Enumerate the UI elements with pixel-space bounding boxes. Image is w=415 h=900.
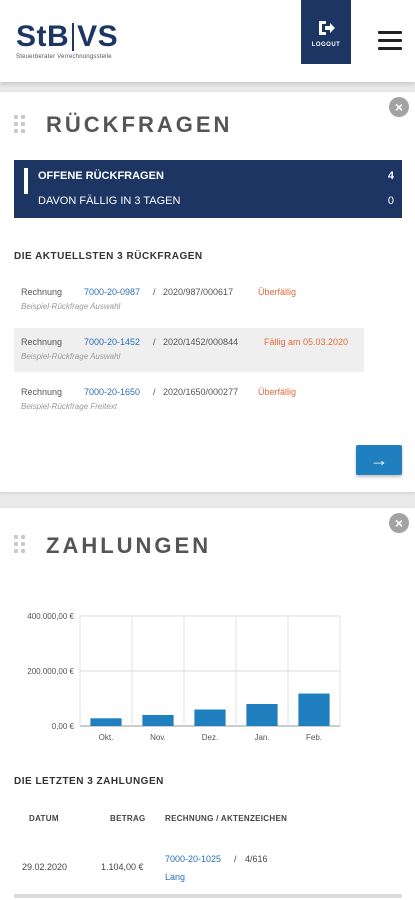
list-item[interactable]: Rechnung 7000-20-1452 / 2020/1452/000844… <box>14 328 364 372</box>
due-label: DAVON FÄLLIG IN 3 TAGEN <box>38 195 181 207</box>
x-tick-label: Nov. <box>150 733 166 742</box>
list-item[interactable]: Rechnung 7000-20-0987 / 2020/987/000617 … <box>14 278 364 322</box>
chart-bar[interactable] <box>298 693 330 726</box>
summary-due-row: DAVON FÄLLIG IN 3 TAGEN 0 <box>38 195 394 207</box>
logout-icon <box>301 20 351 36</box>
column-header-date: DATUM <box>29 814 59 823</box>
item-type: Rechnung <box>21 387 63 397</box>
app-header: StB VS Steuerberater Verrechnungsstelle L… <box>0 0 415 82</box>
item-type: Rechnung <box>21 337 63 347</box>
logo-part1: StB <box>16 20 70 53</box>
logout-label: LOGOUT <box>311 42 341 48</box>
status-badge: Fällig am 05.03.2020 <box>264 337 349 347</box>
separator: / <box>153 287 156 297</box>
close-icon[interactable]: × <box>389 97 409 117</box>
column-header-invoice: RECHNUNG / AKTENZEICHEN <box>165 814 288 823</box>
y-tick-label: 0,00 € <box>52 722 75 731</box>
arrow-right-icon: → <box>370 450 388 470</box>
x-tick-label: Dez. <box>202 733 218 742</box>
zahlungen-title: ZAHLUNGEN <box>46 533 212 558</box>
item-description: Beispiel-Rückfrage Freitext <box>21 402 118 411</box>
logo-subtitle: Steuerberater Verrechnungsstelle <box>16 54 112 60</box>
logout-button[interactable]: LOGOUT <box>301 0 351 64</box>
separator: / <box>153 337 156 347</box>
chart-bar[interactable] <box>142 715 174 726</box>
x-tick-label: Jan. <box>254 733 269 742</box>
reference: 2020/1650/000277 <box>163 387 239 397</box>
payment-amount: 1.104,00 € <box>101 862 144 872</box>
logo[interactable]: StB VS Steuerberater Verrechnungsstelle <box>16 22 118 61</box>
close-icon[interactable]: × <box>389 513 409 533</box>
list-item[interactable]: Rechnung 7000-20-1650 / 2020/1650/000277… <box>14 378 364 422</box>
x-tick-label: Feb. <box>306 733 322 742</box>
open-label: OFFENE RÜCKFRAGEN <box>38 170 164 182</box>
chart-bar[interactable] <box>90 718 122 726</box>
item-type: Rechnung <box>21 287 63 297</box>
open-count: 4 <box>387 170 394 182</box>
logo-divider <box>72 23 75 51</box>
zahlungen-card: × ZAHLUNGEN 0,00 € 200.000,00 € 400.000,00… <box>0 508 415 900</box>
menu-icon[interactable] <box>378 31 402 51</box>
status-badge: Überfällig <box>258 387 297 397</box>
payment-invoice-link[interactable]: 7000-20-1025 <box>165 854 221 864</box>
reference: 2020/987/000617 <box>163 287 234 297</box>
logo-text: StB VS <box>16 22 118 52</box>
payment-reference: 4/616 <box>245 854 268 864</box>
next-button[interactable]: → <box>356 445 402 475</box>
invoice-link[interactable]: 7000-20-0987 <box>84 287 140 297</box>
due-count: 0 <box>387 195 394 207</box>
rueckfragen-summary: OFFENE RÜCKFRAGEN 4 DAVON FÄLLIG IN 3 TA… <box>14 160 402 218</box>
payment-date: 29.02.2020 <box>22 862 68 872</box>
payment-separator: / <box>234 854 237 864</box>
latest-payments-heading: DIE LETZTEN 3 ZAHLUNGEN <box>14 776 164 787</box>
summary-open-row: OFFENE RÜCKFRAGEN 4 <box>38 170 394 182</box>
reference: 2020/1452/000844 <box>163 337 239 347</box>
column-header-amount: BETRAG <box>110 814 146 823</box>
latest-rueckfragen-heading: DIE AKTUELLSTEN 3 RÜCKFRAGEN <box>14 251 203 262</box>
rueckfragen-title: RÜCKFRAGEN <box>46 112 233 137</box>
y-tick-label: 400.000,00 € <box>27 612 74 621</box>
summary-accent-bar <box>24 168 28 194</box>
y-tick-label: 200.000,00 € <box>27 667 74 676</box>
x-tick-label: Okt. <box>99 733 114 742</box>
payments-chart: 0,00 € 200.000,00 € 400.000,00 € Okt. Nov. De… <box>27 612 341 742</box>
status-badge: Überfällig <box>258 287 297 297</box>
payment-reference-2[interactable]: Lang <box>165 872 185 882</box>
item-description: Beispiel-Rückfrage Auswahl <box>21 302 121 311</box>
drag-handle-icon[interactable] <box>14 115 28 133</box>
logo-part2: VS <box>77 20 119 53</box>
rueckfragen-card: × RÜCKFRAGEN OFFENE RÜCKFRAGEN 4 DAVON F… <box>0 92 415 492</box>
drag-handle-icon[interactable] <box>14 535 28 553</box>
divider <box>14 894 402 898</box>
separator: / <box>153 387 156 397</box>
invoice-link[interactable]: 7000-20-1650 <box>84 387 140 397</box>
invoice-link[interactable]: 7000-20-1452 <box>84 337 140 347</box>
chart-bar[interactable] <box>246 704 278 726</box>
chart-bar[interactable] <box>194 709 226 727</box>
item-description: Beispiel-Rückfrage Auswahl <box>21 352 121 361</box>
